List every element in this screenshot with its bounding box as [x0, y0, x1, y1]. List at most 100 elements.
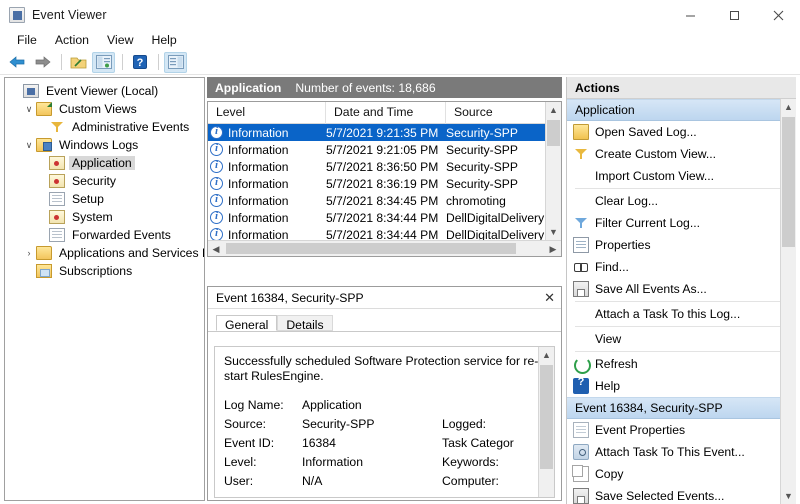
scroll-up-icon[interactable]: ▲: [546, 102, 561, 118]
property-key: User:: [224, 474, 254, 488]
event-viewer-root-icon: [23, 84, 39, 98]
back-button[interactable]: [6, 52, 29, 73]
action-item-open-saved-log[interactable]: Open Saved Log...: [567, 121, 796, 143]
maximize-button[interactable]: [712, 0, 756, 30]
details-vscrollbar[interactable]: ▲: [538, 347, 554, 497]
funnel-blue-icon: [573, 215, 589, 231]
action-item-save-all-events-as[interactable]: Save All Events As...: [567, 278, 796, 300]
tree-item-event-viewer-local[interactable]: Event Viewer (Local): [5, 82, 204, 100]
table-row[interactable]: Information 5/7/2021 8:34:44 PM DellDigita…: [208, 209, 561, 226]
action-item-event-properties[interactable]: Event Properties: [567, 419, 796, 441]
svg-text:?: ?: [136, 57, 143, 69]
tree-item-administrative-events[interactable]: Administrative Events: [5, 118, 204, 136]
property-value: Information: [302, 455, 363, 469]
expander-icon[interactable]: ›: [22, 248, 36, 258]
actions-vscrollbar[interactable]: ▲ ▼: [780, 99, 796, 504]
actions-vscroll-thumb[interactable]: [782, 117, 795, 247]
scroll-down-icon[interactable]: ▼: [546, 224, 561, 240]
attach-task-icon: [573, 444, 589, 460]
column-header-source[interactable]: Source: [446, 102, 546, 124]
cell-level: Information: [208, 176, 326, 191]
minimize-button[interactable]: [668, 0, 712, 30]
details-vscroll-thumb[interactable]: [540, 365, 553, 469]
action-item-filter-current-log[interactable]: Filter Current Log...: [567, 212, 796, 234]
action-item-import-custom-view[interactable]: Import Custom View...: [567, 165, 796, 187]
tree-item-label: Applications and Services Logs: [59, 246, 204, 260]
action-item-attach-a-task-to-this-log[interactable]: Attach a Task To this Log...: [567, 303, 796, 325]
close-button[interactable]: [756, 0, 800, 30]
tab-details[interactable]: Details: [277, 315, 333, 332]
menu-action[interactable]: Action: [46, 31, 98, 49]
actions-group-header[interactable]: Application ▲: [567, 99, 796, 121]
tree-item-subscriptions[interactable]: Subscriptions: [5, 262, 204, 280]
tree-item-label: Security: [72, 174, 117, 188]
events-list-hscrollbar[interactable]: ◀ ▶: [208, 240, 561, 256]
tree-item-applications-and-services-logs[interactable]: › Applications and Services Logs: [5, 244, 204, 262]
actions-scroll-down-icon[interactable]: ▼: [781, 488, 796, 504]
tab-general[interactable]: General: [216, 315, 278, 332]
help-button[interactable]: ?: [128, 52, 151, 73]
expander-icon[interactable]: ∨: [22, 140, 36, 151]
column-header-level[interactable]: Level: [208, 102, 326, 124]
action-item-clear-log[interactable]: Clear Log...: [567, 190, 796, 212]
event-details-title: Event 16384, Security-SPP: [216, 290, 364, 305]
console-tree-pane: Event Viewer (Local) ∨ Custom Views Adminis…: [4, 77, 205, 501]
tree-item-setup[interactable]: Setup: [5, 190, 204, 208]
events-vscroll-thumb[interactable]: [547, 120, 560, 146]
table-row[interactable]: Information 5/7/2021 8:36:50 PM Security-S…: [208, 158, 561, 175]
action-item-save-selected-events[interactable]: Save Selected Events...: [567, 485, 796, 504]
copy-icon: [572, 465, 589, 482]
show-hide-console-tree-button[interactable]: [92, 51, 115, 73]
menu-view[interactable]: View: [98, 31, 142, 49]
action-item-refresh[interactable]: Refresh: [567, 353, 796, 375]
property-key-secondary: Keywords:: [442, 455, 499, 469]
event-message: Successfully scheduled Software Protecti…: [224, 354, 539, 383]
action-item-label: Save All Events As...: [595, 282, 707, 296]
actions-separator: [575, 351, 788, 352]
toolbar: ?: [0, 50, 800, 75]
close-details-icon[interactable]: ✕: [544, 290, 555, 306]
action-item-attach-task-to-this-event[interactable]: Attach Task To This Event...: [567, 441, 796, 463]
action-item-label: Refresh: [595, 357, 638, 371]
column-header-date-time[interactable]: Date and Time: [326, 102, 446, 124]
table-row[interactable]: Information 5/7/2021 8:34:45 PM chromoting: [208, 192, 561, 209]
action-item-create-custom-view[interactable]: Create Custom View...: [567, 143, 796, 165]
tree-item-system[interactable]: System: [5, 208, 204, 226]
show-hide-action-pane-button[interactable]: [164, 51, 187, 73]
events-list-vscrollbar[interactable]: ▲ ▼: [545, 102, 561, 240]
expander-icon[interactable]: ∨: [22, 104, 36, 115]
scroll-right-icon[interactable]: ▶: [545, 241, 561, 256]
tree-item-label: Administrative Events: [72, 120, 190, 134]
events-hscroll-thumb[interactable]: [226, 243, 516, 254]
menu-help[interactable]: Help: [142, 31, 185, 49]
action-item-label: Filter Current Log...: [595, 216, 700, 230]
properties-icon: [573, 237, 589, 253]
information-icon: [210, 193, 223, 207]
action-item-view[interactable]: View▶: [567, 328, 796, 350]
tree-item-custom-views[interactable]: ∨ Custom Views: [5, 100, 204, 118]
action-item-copy[interactable]: Copy▶: [567, 463, 796, 485]
events-header-log: Application: [215, 80, 282, 95]
actions-scroll-up-icon[interactable]: ▲: [781, 99, 796, 115]
open-saved-log-button[interactable]: [67, 52, 90, 73]
events-list[interactable]: Level Date and Time Source Information 5/…: [207, 101, 562, 257]
action-item-help[interactable]: Help▶: [567, 375, 796, 397]
tree-item-application[interactable]: Application: [5, 154, 204, 172]
action-item-label: Import Custom View...: [595, 169, 714, 183]
save-icon: [573, 488, 589, 504]
title-bar: Event Viewer: [0, 0, 800, 30]
details-scroll-up-icon[interactable]: ▲: [539, 347, 554, 363]
table-row[interactable]: Information 5/7/2021 9:21:05 PM Security-S…: [208, 141, 561, 158]
tree-item-windows-logs[interactable]: ∨ Windows Logs: [5, 136, 204, 154]
tree-item-forwarded-events[interactable]: Forwarded Events: [5, 226, 204, 244]
forward-button[interactable]: [31, 52, 54, 73]
action-item-find[interactable]: Find...: [567, 256, 796, 278]
actions-group-header[interactable]: Event 16384, Security-SPP▲: [567, 397, 796, 419]
event-property-grid: Log Name: Application Source: Security-SPP L…: [224, 398, 554, 493]
action-item-properties[interactable]: Properties: [567, 234, 796, 256]
tree-item-security[interactable]: Security: [5, 172, 204, 190]
scroll-left-icon[interactable]: ◀: [208, 241, 224, 256]
table-row[interactable]: Information 5/7/2021 9:21:35 PM Security-S…: [208, 124, 561, 141]
table-row[interactable]: Information 5/7/2021 8:36:19 PM Security-S…: [208, 175, 561, 192]
menu-file[interactable]: File: [8, 31, 46, 49]
